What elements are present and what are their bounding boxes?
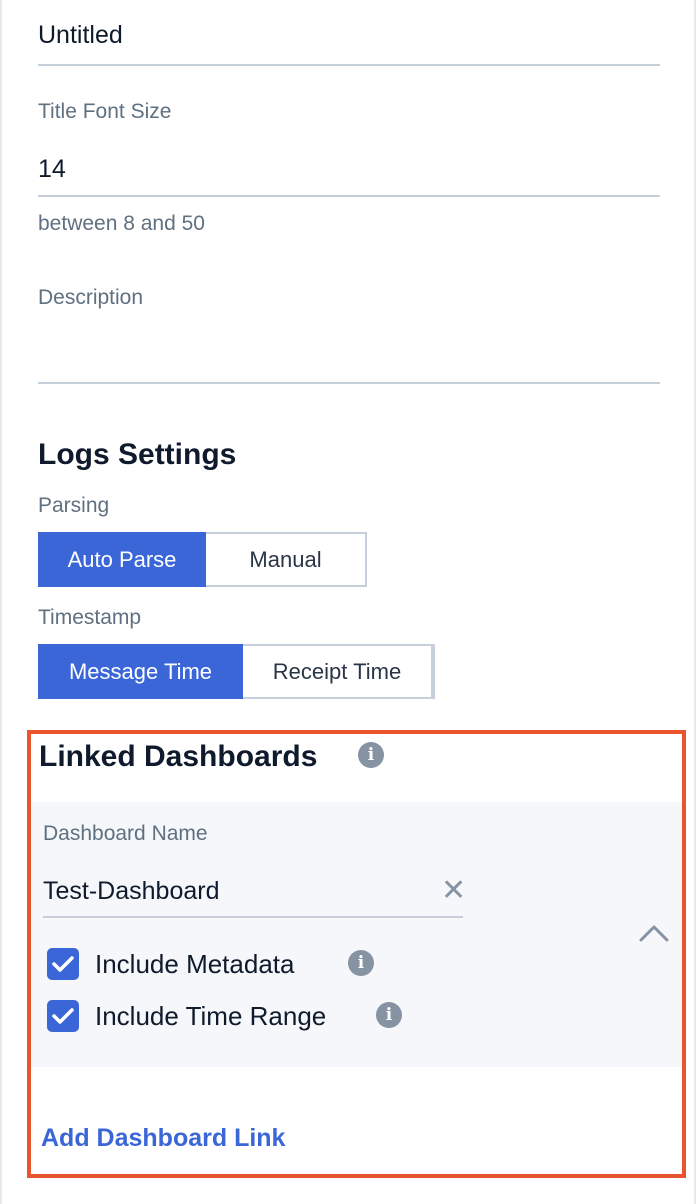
- description-input[interactable]: [38, 330, 660, 384]
- title-input[interactable]: Untitled: [38, 20, 660, 66]
- timestamp-label: Timestamp: [38, 606, 142, 629]
- title-font-size-label: Title Font Size: [38, 100, 172, 123]
- title-font-size-value: 14: [38, 155, 66, 183]
- dashboard-name-input[interactable]: Test-Dashboard ✕: [43, 872, 466, 918]
- description-label: Description: [38, 286, 144, 309]
- checkmark-icon: [52, 956, 74, 972]
- parsing-option-auto-parse[interactable]: Auto Parse: [38, 532, 206, 587]
- include-time-range-info-icon[interactable]: i: [376, 1002, 402, 1028]
- timestamp-option-message-time[interactable]: Message Time: [38, 644, 243, 699]
- dashboard-name-label: Dashboard Name: [43, 822, 208, 845]
- include-time-range-checkbox[interactable]: [47, 1000, 79, 1032]
- logs-settings-title: Logs Settings: [38, 438, 237, 471]
- timestamp-option-receipt-time[interactable]: Receipt Time: [243, 644, 433, 699]
- title-input-value: Untitled: [38, 21, 123, 49]
- include-metadata-info-icon[interactable]: i: [348, 950, 374, 976]
- timestamp-toggle-overflow-edge: [433, 644, 437, 699]
- title-font-size-input[interactable]: 14: [38, 154, 660, 197]
- dashboard-name-value: Test-Dashboard: [43, 877, 220, 905]
- include-metadata-checkbox[interactable]: [47, 948, 79, 980]
- add-dashboard-link[interactable]: Add Dashboard Link: [41, 1124, 285, 1153]
- chevron-up-icon[interactable]: [637, 916, 671, 950]
- parsing-option-manual[interactable]: Manual: [206, 532, 367, 587]
- timestamp-toggle-group: Message Time Receipt Time: [38, 644, 437, 699]
- clear-icon[interactable]: ✕: [441, 876, 467, 906]
- include-time-range-row[interactable]: Include Time Range: [47, 1000, 326, 1032]
- include-time-range-label: Include Time Range: [95, 1000, 327, 1031]
- linked-dashboards-title: Linked Dashboards: [39, 740, 318, 773]
- info-icon[interactable]: i: [358, 742, 384, 768]
- title-font-size-hint: between 8 and 50: [38, 212, 205, 235]
- linked-dashboard-card: Dashboard Name Test-Dashboard ✕ Include …: [31, 802, 682, 1067]
- panel-settings: Untitled Title Font Size 14 between 8 an…: [0, 0, 696, 1204]
- parsing-label: Parsing: [38, 494, 110, 517]
- parsing-toggle-group: Auto Parse Manual: [38, 532, 367, 587]
- linked-dashboards-section: Linked Dashboards i Dashboard Name Test-…: [27, 730, 686, 1178]
- include-metadata-label: Include Metadata: [95, 948, 295, 979]
- checkmark-icon: [52, 1008, 74, 1024]
- include-metadata-row[interactable]: Include Metadata: [47, 948, 294, 980]
